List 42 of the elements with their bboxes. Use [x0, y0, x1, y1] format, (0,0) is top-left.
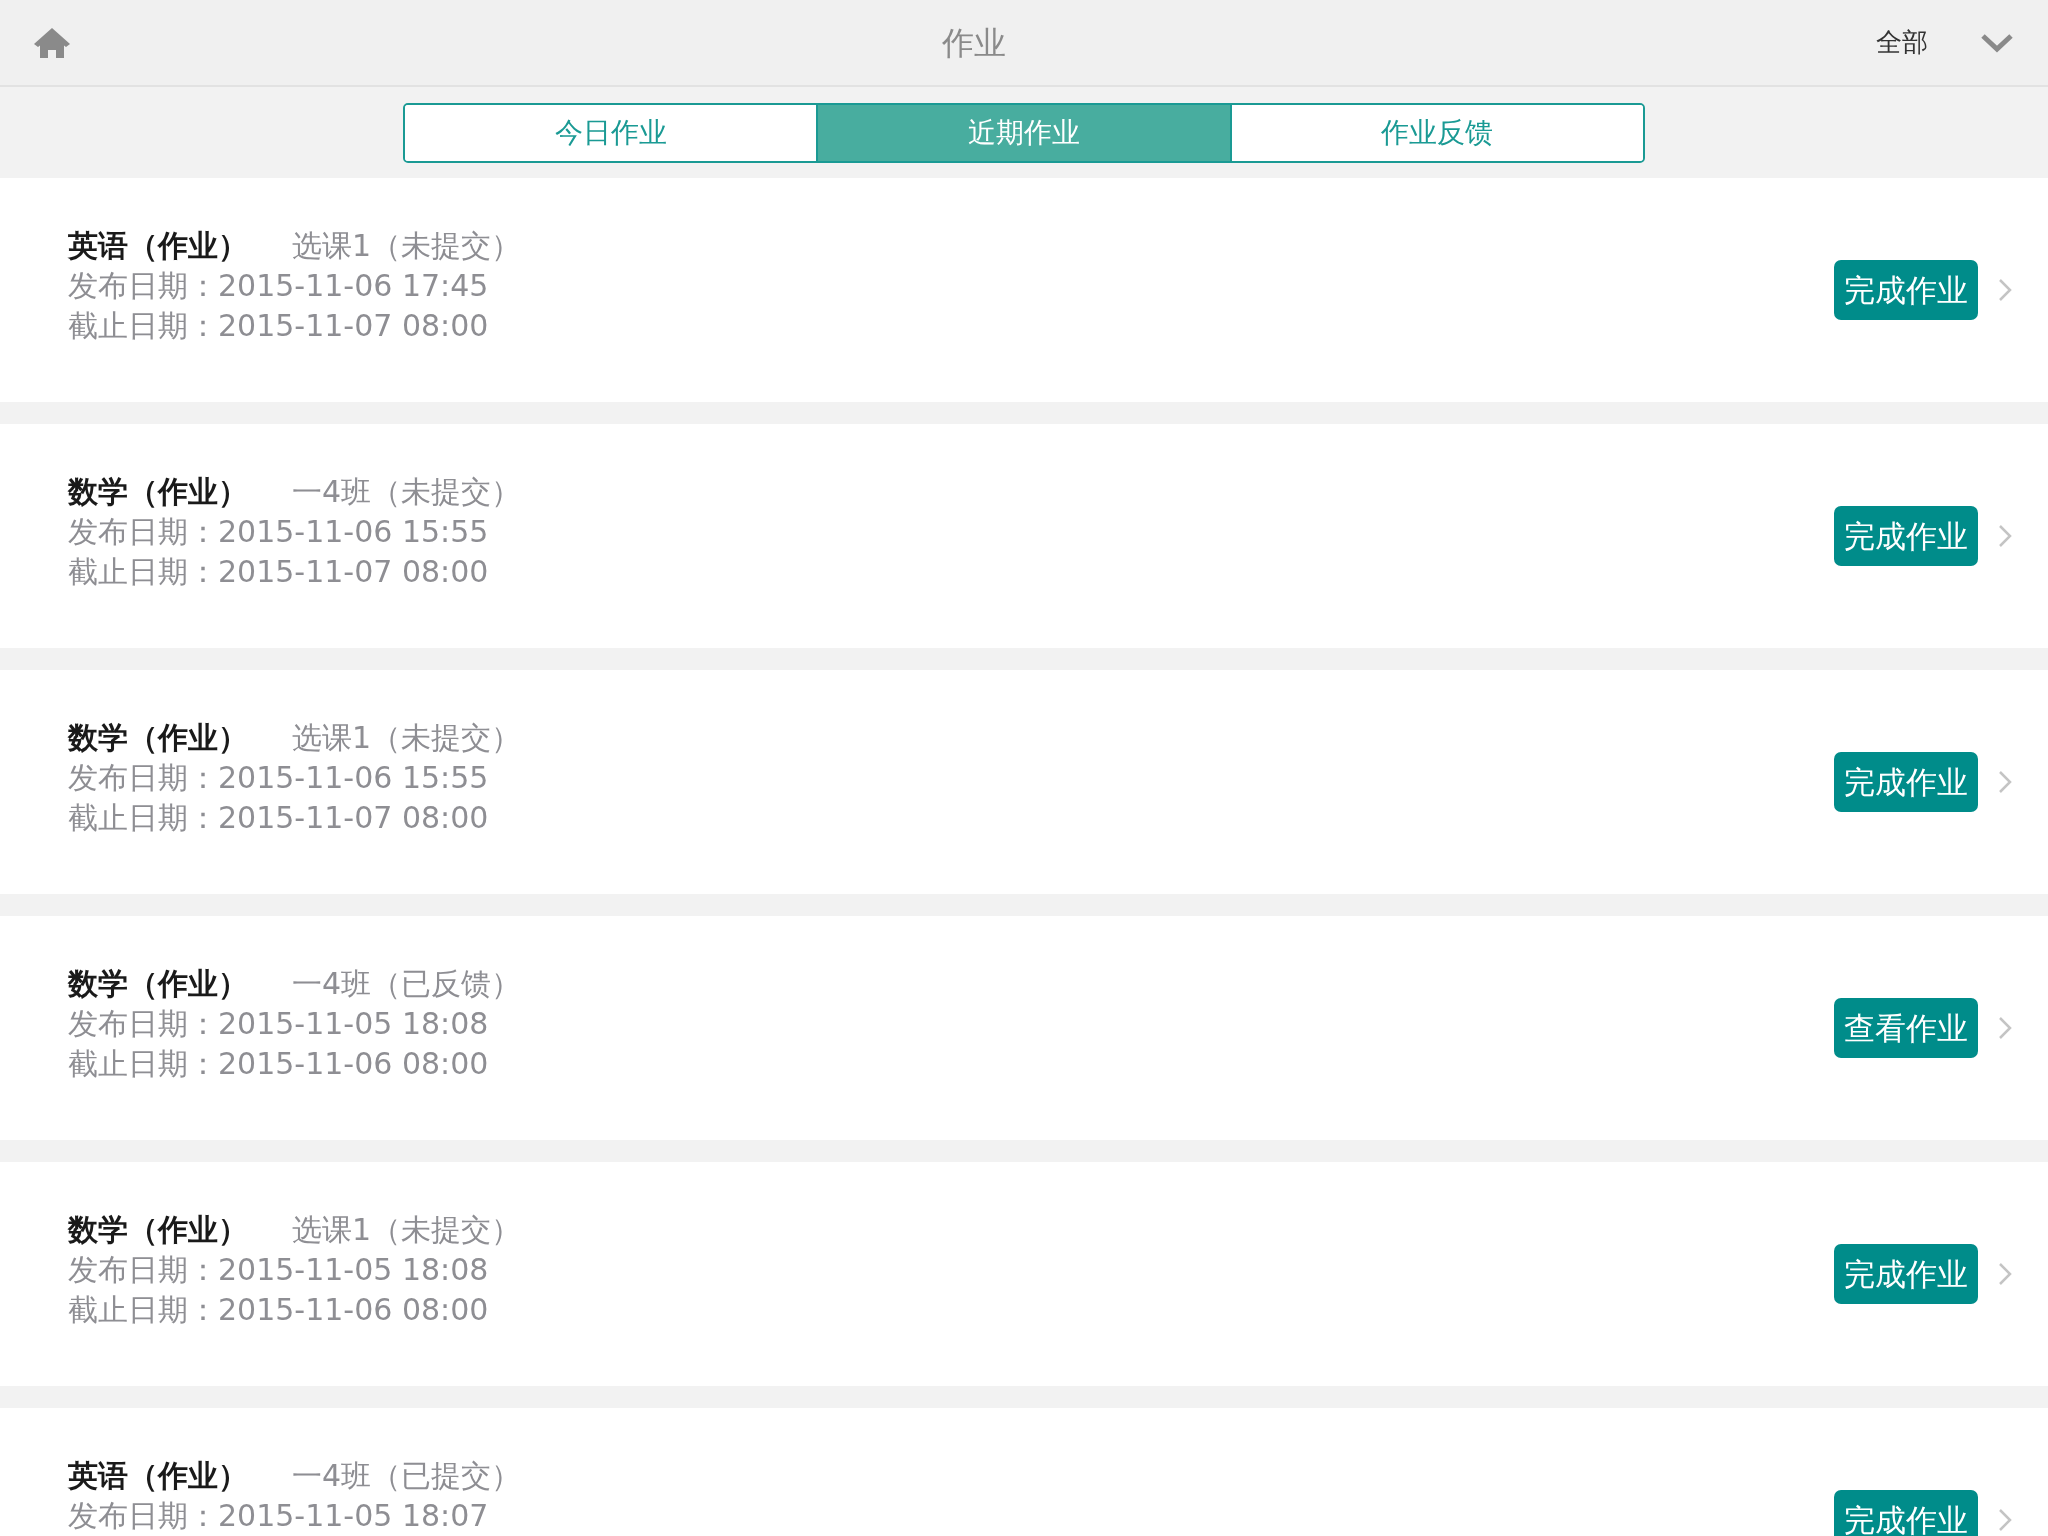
filter-dropdown[interactable]: 全部: [1876, 23, 1928, 62]
action-button[interactable]: 完成作业: [1834, 1244, 1978, 1304]
deadline-date: 截止日期：2015-11-07 08:00: [68, 554, 489, 589]
chevron-right-icon: [1998, 1508, 2012, 1532]
publish-date: 发布日期：2015-11-05 18:08: [68, 1006, 489, 1041]
action-button[interactable]: 完成作业: [1834, 260, 1978, 320]
subject-title: 英语（作业）: [68, 1457, 248, 1495]
class-status: 选课1（未提交）: [292, 227, 522, 265]
subject-title: 数学（作业）: [68, 719, 248, 757]
page-title: 作业: [942, 23, 1006, 62]
subject-title: 英语（作业）: [68, 227, 248, 265]
chevron-down-icon[interactable]: [1980, 31, 2014, 54]
publish-date: 发布日期：2015-11-06 17:45: [68, 268, 489, 303]
tab[interactable]: 近期作业: [816, 104, 1230, 161]
subject-title: 数学（作业）: [68, 965, 248, 1003]
chevron-right-icon: [1998, 770, 2012, 794]
subject-title: 数学（作业）: [68, 473, 248, 511]
class-status: 一4班（已反馈）: [292, 965, 522, 1003]
chevron-right-icon: [1998, 1262, 2012, 1286]
publish-date: 发布日期：2015-11-06 15:55: [68, 760, 489, 795]
tab[interactable]: 今日作业: [405, 104, 817, 161]
chevron-right-icon: [1998, 524, 2012, 548]
chevron-right-icon: [1998, 278, 2012, 302]
tab[interactable]: 作业反馈: [1229, 104, 1643, 161]
publish-date: 发布日期：2015-11-05 18:07: [68, 1498, 489, 1533]
class-status: 选课1（未提交）: [292, 719, 522, 757]
class-status: 一4班（未提交）: [292, 473, 522, 511]
class-status: 选课1（未提交）: [292, 1211, 522, 1249]
action-button[interactable]: 完成作业: [1834, 1490, 1978, 1536]
chevron-right-icon: [1998, 1016, 2012, 1040]
action-button[interactable]: 完成作业: [1834, 752, 1978, 812]
deadline-date: 截止日期：2015-11-06 08:00: [68, 1292, 489, 1327]
home-icon[interactable]: [32, 25, 72, 60]
deadline-date: 截止日期：2015-11-06 08:00: [68, 1046, 489, 1081]
publish-date: 发布日期：2015-11-06 15:55: [68, 514, 489, 549]
action-button[interactable]: 完成作业: [1834, 506, 1978, 566]
action-button[interactable]: 查看作业: [1834, 998, 1978, 1058]
deadline-date: 截止日期：2015-11-07 08:00: [68, 308, 489, 343]
deadline-date: 截止日期：2015-11-07 08:00: [68, 800, 489, 835]
class-status: 一4班（已提交）: [292, 1457, 522, 1495]
publish-date: 发布日期：2015-11-05 18:08: [68, 1252, 489, 1287]
subject-title: 数学（作业）: [68, 1211, 248, 1249]
